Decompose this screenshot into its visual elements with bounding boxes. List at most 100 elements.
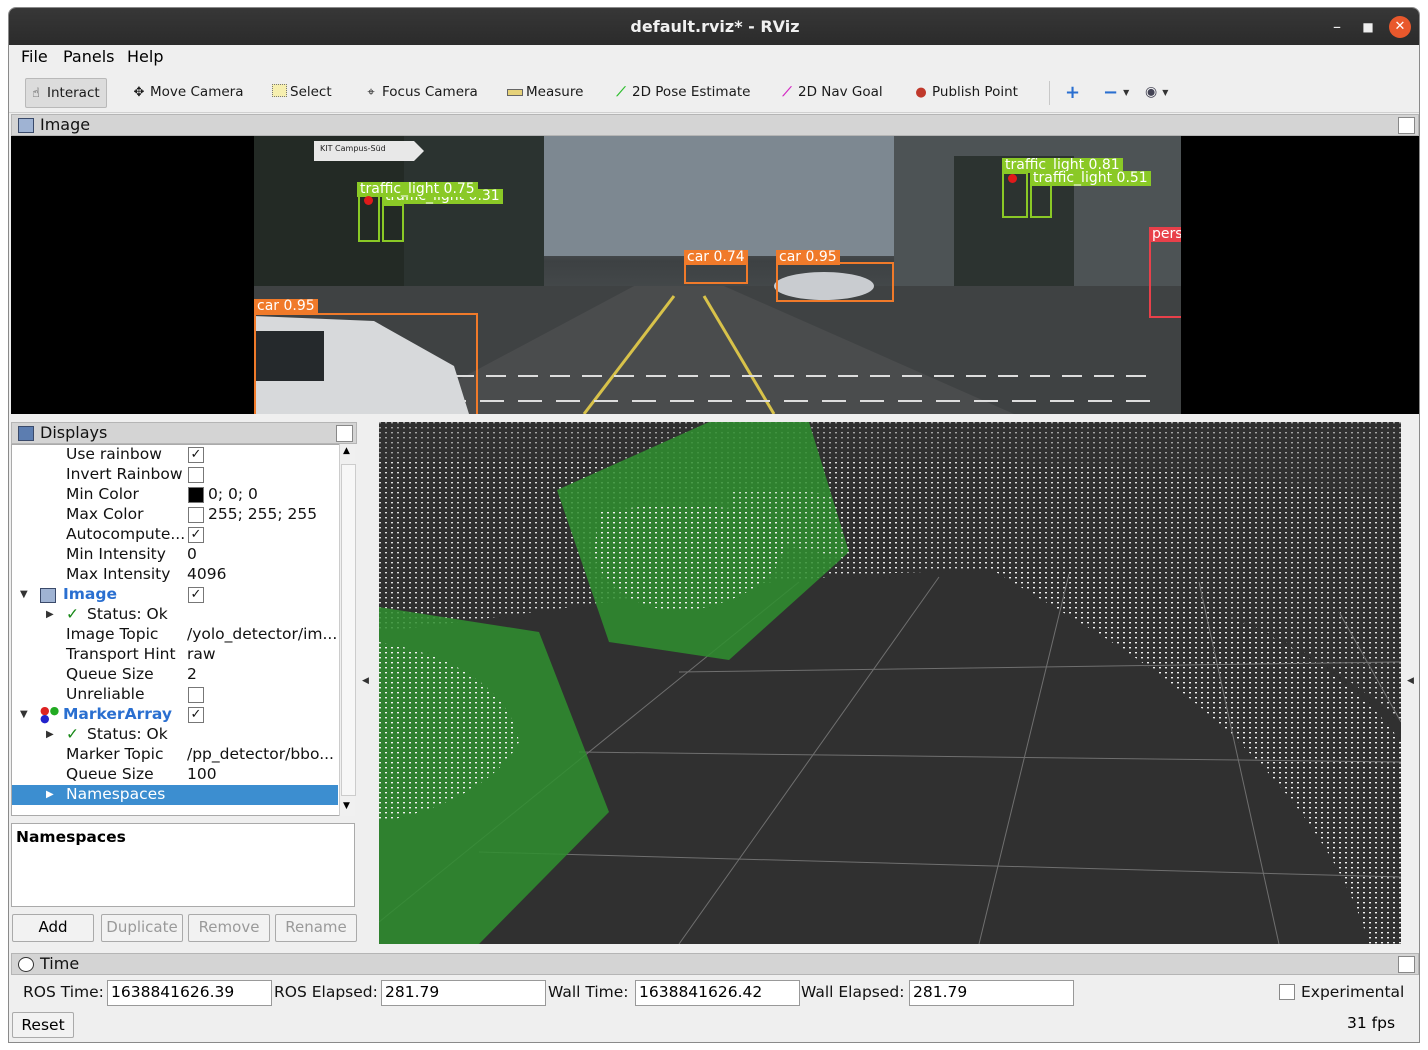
checkbox-checked[interactable]: ✓: [188, 707, 204, 723]
scroll-up-icon[interactable]: ▲: [343, 446, 350, 456]
3d-render-view[interactable]: [379, 422, 1401, 944]
tool-publish-point[interactable]: ● Publish Point: [913, 78, 1018, 106]
expand-right-icon[interactable]: ▶: [46, 789, 54, 800]
tree-row[interactable]: Unreliable: [12, 685, 338, 705]
fps-counter: 31 fps: [1347, 1014, 1396, 1032]
status-text: Status: Ok: [87, 725, 168, 743]
wall-elapsed-label: Wall Elapsed:: [801, 983, 905, 1001]
tool-focus-camera[interactable]: ⌖ Focus Camera: [363, 78, 478, 106]
tool-measure[interactable]: Measure: [507, 78, 583, 106]
checkbox-unchecked[interactable]: [188, 467, 204, 483]
remove-button[interactable]: Remove: [188, 914, 270, 942]
tree-row[interactable]: Use rainbow ✓: [12, 445, 338, 465]
tree-row[interactable]: Image Topic/yolo_detector/im...: [12, 625, 338, 645]
collapse-right-icon[interactable]: ◀: [1407, 676, 1414, 686]
image-icon: [18, 118, 34, 133]
clock-icon: [18, 957, 34, 972]
tool-2d-pose-estimate[interactable]: ⟋ 2D Pose Estimate: [613, 78, 750, 106]
property-name: Image Topic: [66, 625, 159, 643]
property-name: Queue Size: [66, 665, 154, 683]
tree-row[interactable]: Queue Size 100: [12, 765, 338, 785]
checkbox-checked[interactable]: ✓: [188, 447, 204, 463]
duplicate-button[interactable]: Duplicate: [101, 914, 183, 942]
tree-row[interactable]: ▶ ✓ Status: Ok: [12, 605, 338, 625]
tree-row[interactable]: Min Intensity 0: [12, 545, 338, 565]
property-value: /pp_detector/bbo...: [187, 745, 334, 763]
menu-bar: File Panels Help: [9, 45, 1419, 69]
eye-icon[interactable]: ◉ ▼: [1145, 78, 1168, 106]
select-box-icon: [271, 83, 287, 101]
tree-row[interactable]: Queue Size 2: [12, 665, 338, 685]
tool-2d-nav-goal[interactable]: ⟋ 2D Nav Goal: [779, 78, 882, 106]
tree-row-image[interactable]: ▼ Image ✓: [12, 585, 338, 605]
undock-icon[interactable]: [1398, 956, 1415, 973]
expand-down-icon[interactable]: ▼: [20, 709, 28, 720]
monitor-icon: [18, 426, 34, 441]
rviz-window: default.rviz* - RViz – ■ ✕ File Panels H…: [8, 7, 1420, 1043]
wall-time-field[interactable]: 1638841626.42: [635, 980, 800, 1006]
image-view[interactable]: KIT Campus-Süd traffic_light 0.31 traffi…: [11, 136, 1419, 414]
green-arrow-icon: ⟋: [616, 84, 626, 100]
property-name: Use rainbow: [66, 445, 162, 463]
tree-row-selected[interactable]: ▶ Namespaces: [12, 785, 338, 805]
title-bar: default.rviz* - RViz – ■ ✕: [9, 8, 1419, 45]
status-text: Status: Ok: [87, 605, 168, 623]
color-swatch[interactable]: [188, 487, 204, 503]
expand-right-icon[interactable]: ▶: [46, 729, 54, 740]
display-name: Image: [63, 585, 117, 603]
description-title: Namespaces: [16, 828, 126, 846]
reset-button[interactable]: Reset: [12, 1012, 74, 1038]
expand-down-icon[interactable]: ▼: [20, 589, 28, 600]
undock-icon[interactable]: [336, 425, 353, 442]
tool-label: Focus Camera: [382, 84, 478, 100]
display-name: MarkerArray: [63, 705, 172, 723]
experimental-checkbox[interactable]: [1279, 984, 1295, 1000]
property-name: Unreliable: [66, 685, 145, 703]
menu-panels[interactable]: Panels: [63, 47, 115, 66]
detection-box: [1149, 240, 1181, 318]
tree-row[interactable]: ▶ ✓ Status: Ok: [12, 725, 338, 745]
tool-interact[interactable]: ☝ Interact: [25, 78, 107, 108]
tree-row-markerarray[interactable]: ▼ ●● ● MarkerArray ✓: [12, 705, 338, 725]
crosshair-icon: ⌖: [367, 84, 375, 100]
rename-button[interactable]: Rename: [275, 914, 357, 942]
menu-help[interactable]: Help: [127, 47, 163, 66]
menu-file[interactable]: File: [21, 47, 48, 66]
close-icon[interactable]: ✕: [1389, 16, 1411, 38]
tree-row[interactable]: Max Intensity 4096: [12, 565, 338, 585]
checkbox-unchecked[interactable]: [188, 687, 204, 703]
experimental-label: Experimental: [1301, 983, 1405, 1001]
add-button[interactable]: Add: [12, 914, 94, 942]
wall-elapsed-field[interactable]: 281.79: [909, 980, 1074, 1006]
displays-tree[interactable]: Use rainbow ✓ Invert Rainbow Min Color 0; …: [11, 444, 355, 816]
tree-row[interactable]: Min Color 0; 0; 0: [12, 485, 338, 505]
tool-select[interactable]: Select: [271, 78, 332, 106]
plus-icon[interactable]: +: [1065, 78, 1080, 106]
tool-label: Move Camera: [150, 84, 244, 100]
red-light-icon: [1008, 174, 1017, 183]
tree-row[interactable]: Marker Topic/pp_detector/bbo...: [12, 745, 338, 765]
undock-icon[interactable]: [1398, 117, 1415, 134]
ros-time-field[interactable]: 1638841626.39: [107, 980, 272, 1006]
color-swatch[interactable]: [188, 507, 204, 523]
scroll-thumb[interactable]: [341, 464, 356, 796]
tree-row[interactable]: Autocompute... ✓: [12, 525, 338, 545]
ros-time-label: ROS Time:: [23, 983, 104, 1001]
scroll-down-icon[interactable]: ▼: [343, 801, 350, 811]
collapse-left-icon[interactable]: ◀: [362, 676, 369, 686]
checkbox-checked[interactable]: ✓: [188, 527, 204, 543]
expand-right-icon[interactable]: ▶: [46, 609, 54, 620]
ros-elapsed-field[interactable]: 281.79: [381, 980, 546, 1006]
property-value: 100: [187, 765, 217, 783]
checkbox-checked[interactable]: ✓: [188, 587, 204, 603]
tree-scrollbar[interactable]: ▲ ▼: [339, 444, 356, 816]
tool-move-camera[interactable]: ✥ Move Camera: [131, 78, 244, 106]
maximize-icon[interactable]: ■: [1357, 16, 1379, 38]
tree-row[interactable]: Transport Hint raw: [12, 645, 338, 665]
minimize-icon[interactable]: –: [1326, 16, 1348, 38]
property-value: 0: [187, 545, 197, 563]
check-icon: ✓: [66, 605, 79, 623]
minus-icon[interactable]: − ▼: [1103, 78, 1129, 106]
tree-row[interactable]: Invert Rainbow: [12, 465, 338, 485]
tree-row[interactable]: Max Color 255; 255; 255: [12, 505, 338, 525]
